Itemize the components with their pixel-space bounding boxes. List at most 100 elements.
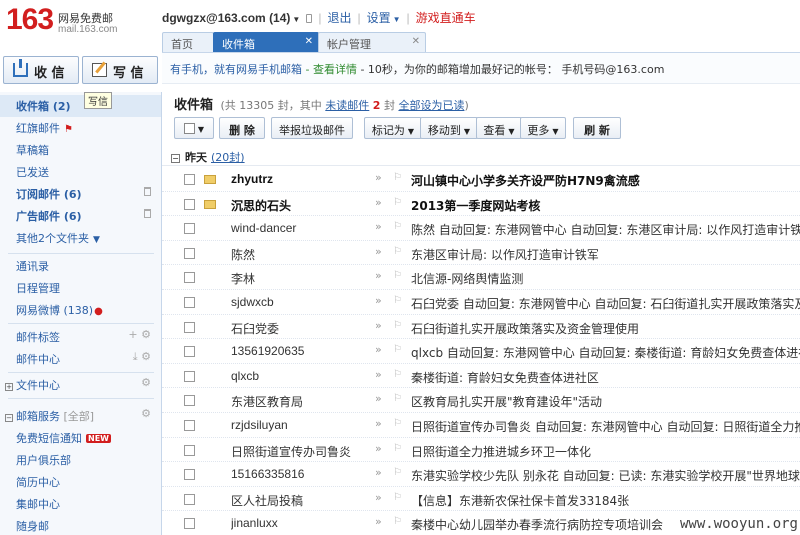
report-spam-button[interactable]: 举报垃圾邮件 xyxy=(271,117,353,139)
mail-row[interactable]: rzjdsiluyan » ⚐ 日照街道宣传办司鲁炎 自动回复: 东港网管中心 自动回… xyxy=(162,413,800,438)
row-checkbox[interactable] xyxy=(184,174,195,185)
settings-link[interactable]: 设置 xyxy=(367,11,391,25)
delete-button[interactable]: 删 除 xyxy=(219,117,265,139)
mail-row[interactable]: wind-dancer » ⚐ 陈然 自动回复: 东港网管中心 自动回复: 东港区审计… xyxy=(162,216,800,241)
mail-row[interactable]: 15166335816 » ⚐ 东港实验学校少先队 别永花 自动回复: 已读: 东港实… xyxy=(162,462,800,487)
forward-arrow-icon[interactable]: » xyxy=(375,368,382,381)
forward-arrow-icon[interactable]: » xyxy=(375,466,382,479)
flag-icon[interactable]: ⚐ xyxy=(393,172,402,183)
game-link[interactable]: 游戏直通车 xyxy=(416,11,476,25)
mail-row[interactable]: 沉思的石头 » ⚐ 2013第一季度网站考核 xyxy=(162,192,800,217)
forward-arrow-icon[interactable]: » xyxy=(375,392,382,405)
date-group-header[interactable]: − 昨天 (20封) xyxy=(162,146,800,166)
sidebar-item-suishenyou[interactable]: 随身邮 xyxy=(0,515,161,535)
logout-link[interactable]: 退出 xyxy=(327,11,351,25)
row-checkbox[interactable] xyxy=(184,247,195,259)
unread-mail-link[interactable]: 未读邮件 xyxy=(325,99,369,112)
logo[interactable]: 163 网易免费邮 mail.163.com xyxy=(6,3,156,43)
row-checkbox[interactable] xyxy=(184,346,195,358)
account-name[interactable]: dgwgzx@163.com (14) xyxy=(162,11,290,25)
sidebar-item-ads[interactable]: 广告邮件 (6) xyxy=(0,205,161,227)
tab-home[interactable]: 首页 xyxy=(162,32,214,52)
sidebar-item-user-club[interactable]: 用户俱乐部 xyxy=(0,449,161,471)
flag-icon[interactable]: ⚐ xyxy=(393,320,402,331)
download-gear-icons[interactable]: ⤓ ⚙ xyxy=(133,350,151,364)
sidebar-item-sent[interactable]: 已发送 xyxy=(0,161,161,183)
all-services-link[interactable]: [全部] xyxy=(64,410,95,423)
mail-row[interactable]: 石臼党委 » ⚐ 石臼街道扎实开展政策落实及资金管理使用 xyxy=(162,315,800,340)
sidebar-item-weibo[interactable]: 网易微博 (138)● xyxy=(0,299,161,321)
sidebar-item-drafts[interactable]: 草稿箱 xyxy=(0,139,161,161)
flag-icon[interactable]: ⚐ xyxy=(393,295,402,306)
row-checkbox[interactable] xyxy=(184,223,195,235)
group-count-link[interactable]: (20封) xyxy=(211,151,245,164)
refresh-button[interactable]: 刷 新 xyxy=(573,117,621,139)
flag-icon[interactable]: ⚐ xyxy=(393,467,402,478)
forward-arrow-icon[interactable]: » xyxy=(375,343,382,356)
row-checkbox[interactable] xyxy=(184,518,195,530)
flag-icon[interactable]: ⚐ xyxy=(393,344,402,355)
gear-icon[interactable]: ⚙ xyxy=(141,376,151,389)
flag-icon[interactable]: ⚐ xyxy=(393,197,402,208)
forward-arrow-icon[interactable]: » xyxy=(375,417,382,430)
tab-inbox[interactable]: 收件箱 ✕ xyxy=(213,32,319,52)
row-checkbox[interactable] xyxy=(184,370,195,382)
sidebar-item-calendar[interactable]: 日程管理 xyxy=(0,277,161,299)
sidebar-item-other-folders[interactable]: 其他2个文件夹 ▼ xyxy=(0,227,161,249)
sidebar-item-inbox[interactable]: 收件箱 (2) xyxy=(0,95,161,117)
row-checkbox[interactable] xyxy=(184,297,195,308)
notice-text[interactable]: 有手机，就有网易手机邮箱 xyxy=(170,63,302,76)
add-gear-icons[interactable]: + ⚙ xyxy=(128,328,151,341)
mail-row[interactable]: 13561920635 » ⚐ qlxcb 自动回复: 东港网管中心 自动回复: 秦楼… xyxy=(162,339,800,364)
expand-icon[interactable]: + xyxy=(5,383,13,391)
sidebar-item-stamp-center[interactable]: 集邮中心 xyxy=(0,493,161,515)
forward-arrow-icon[interactable]: » xyxy=(375,491,382,504)
trash-icon[interactable] xyxy=(144,209,151,218)
mail-row[interactable]: 东港区教育局 » ⚐ 区教育局扎实开展"教育建设年"活动 xyxy=(162,388,800,413)
flag-icon[interactable]: ⚐ xyxy=(393,221,402,232)
sidebar-item-resume-center[interactable]: 简历中心 xyxy=(0,471,161,493)
flag-icon[interactable]: ⚐ xyxy=(393,492,402,503)
write-button[interactable]: 写 信 xyxy=(82,56,158,84)
row-checkbox[interactable] xyxy=(184,321,195,333)
flag-icon[interactable]: ⚐ xyxy=(393,443,402,454)
forward-arrow-icon[interactable]: » xyxy=(375,245,382,258)
mail-row[interactable]: 陈然 » ⚐ 东港区审计局: 以作风打造审计铁军 xyxy=(162,241,800,266)
forward-arrow-icon[interactable]: » xyxy=(375,442,382,455)
close-icon[interactable]: ✕ xyxy=(412,36,420,47)
sidebar-item-mail-services[interactable]: − 邮箱服务 [全部] ⚙ xyxy=(0,405,161,427)
collapse-icon[interactable]: − xyxy=(171,154,180,163)
collapse-icon[interactable]: − xyxy=(5,414,13,422)
row-checkbox[interactable] xyxy=(184,469,195,481)
sidebar-item-file-center[interactable]: + 文件中心 ⚙ xyxy=(0,374,161,396)
close-icon[interactable]: ✕ xyxy=(305,36,313,47)
forward-arrow-icon[interactable]: » xyxy=(375,171,382,184)
chevron-down-icon[interactable]: ▼ xyxy=(292,15,300,24)
mail-row[interactable]: sjdwxcb » ⚐ 石臼党委 自动回复: 东港网管中心 自动回复: 石臼街道扎实开… xyxy=(162,290,800,315)
mark-all-read-link[interactable]: 全部设为已读 xyxy=(398,99,464,112)
select-dropdown[interactable]: ▼ xyxy=(174,117,214,139)
forward-arrow-icon[interactable]: » xyxy=(375,319,382,332)
mail-row[interactable]: 李林 » ⚐ 北信源-网络舆情监测 xyxy=(162,265,800,290)
chevron-down-icon[interactable]: ▼ xyxy=(393,15,401,24)
mobile-icon[interactable] xyxy=(306,14,313,23)
row-checkbox[interactable] xyxy=(184,420,195,431)
forward-arrow-icon[interactable]: » xyxy=(375,220,382,233)
sidebar-item-redflag[interactable]: 红旗邮件 ⚑ xyxy=(0,117,161,139)
flag-icon[interactable]: ⚐ xyxy=(393,393,402,404)
forward-arrow-icon[interactable]: » xyxy=(375,294,382,307)
flag-icon[interactable]: ⚐ xyxy=(393,369,402,380)
mail-row[interactable]: 区人社局投稿 » ⚐ 【信息】东港新农保社保卡首发33184张 xyxy=(162,487,800,512)
view-dropdown[interactable]: 查看 ▼ xyxy=(476,117,522,139)
sidebar-item-sms-notify[interactable]: 免费短信通知 NEW xyxy=(0,427,161,449)
mail-row[interactable]: 日照街道宣传办司鲁炎 » ⚐ 日照街道全力推进城乡环卫一体化 xyxy=(162,438,800,463)
flag-icon[interactable]: ⚐ xyxy=(393,516,402,527)
mail-row[interactable]: zhyutrz » ⚐ 河山镇中心小学多关齐设严防H7N9禽流感 xyxy=(162,167,800,192)
notice-link[interactable]: - 查看详情 xyxy=(306,63,357,76)
row-checkbox[interactable] xyxy=(184,395,195,407)
forward-arrow-icon[interactable]: » xyxy=(375,515,382,528)
sidebar-item-mail-center[interactable]: 邮件中心 ⤓ ⚙ xyxy=(0,348,161,370)
row-checkbox[interactable] xyxy=(184,493,195,505)
row-checkbox[interactable] xyxy=(184,198,195,210)
tab-account-management[interactable]: 帐户管理 ✕ xyxy=(318,32,426,52)
